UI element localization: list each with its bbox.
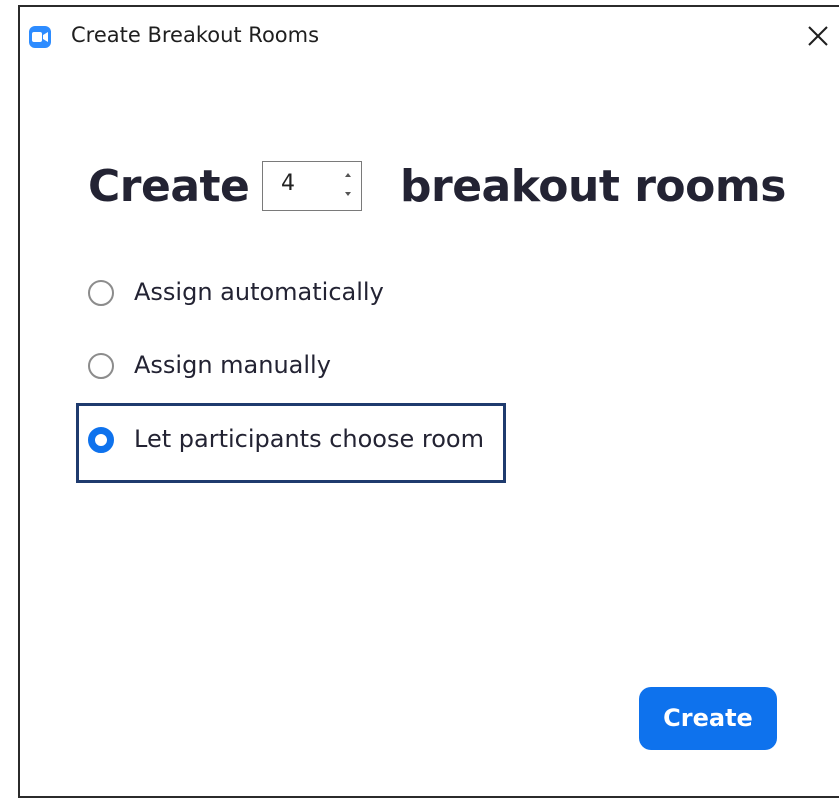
heading-create-text: Create [88,161,250,212]
option-label: Let participants choose room [134,425,484,453]
zoom-camera-icon [29,26,51,48]
option-assign-manually[interactable]: Assign manually [88,348,568,388]
room-count-heading: Create 4 breakout rooms [88,157,828,219]
create-breakout-rooms-dialog: Create Breakout Rooms Create 4 breakout … [18,5,839,798]
window-title: Create Breakout Rooms [71,23,320,47]
increment-arrow-icon[interactable] [341,166,355,184]
option-assign-automatically[interactable]: Assign automatically [88,275,568,315]
option-label: Assign automatically [134,278,384,306]
room-count-value[interactable]: 4 [281,171,295,196]
heading-breakout-rooms-text: breakout rooms [400,161,786,212]
stepper-arrows [341,166,355,206]
close-icon[interactable] [803,21,833,51]
title-bar: Create Breakout Rooms [20,7,839,59]
create-button[interactable]: Create [639,687,777,750]
radio-button[interactable] [88,353,114,379]
room-count-stepper[interactable]: 4 [262,161,362,211]
decrement-arrow-icon[interactable] [341,186,355,204]
radio-button[interactable] [88,280,114,306]
radio-button-selected[interactable] [88,427,114,453]
option-let-participants-choose[interactable]: Let participants choose room [88,422,568,462]
option-label: Assign manually [134,351,331,379]
